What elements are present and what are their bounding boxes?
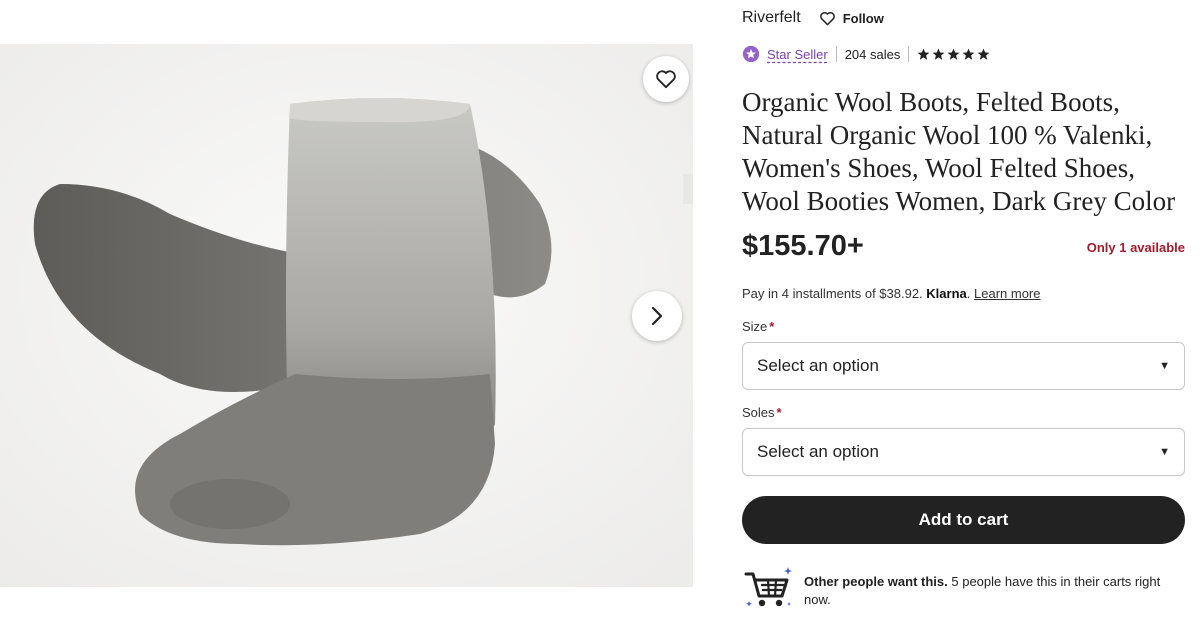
star-seller-link[interactable]: Star Seller — [767, 47, 828, 62]
star-icon — [978, 48, 990, 60]
learn-more-link[interactable]: Learn more — [974, 286, 1040, 301]
divider — [908, 46, 910, 62]
star-icon — [918, 48, 930, 60]
rating-stars[interactable] — [917, 48, 990, 61]
installments-text: Pay in 4 installments of $38.92. — [742, 286, 923, 301]
star-icon — [963, 48, 975, 60]
product-image-gallery — [0, 44, 693, 587]
favorite-button[interactable] — [643, 56, 689, 102]
demand-notice: Other people want this. 5 people have th… — [744, 566, 1189, 614]
size-select-value: Select an option — [757, 356, 879, 375]
installments-period: . — [966, 286, 971, 301]
shop-name-link[interactable]: Riverfelt — [742, 9, 801, 27]
shopping-cart-icon — [744, 567, 792, 607]
installments-info: Pay in 4 installments of $38.92. Klarna.… — [742, 286, 1041, 301]
size-label: Size * — [742, 319, 774, 334]
next-image-button[interactable] — [632, 291, 682, 341]
star-seller-badge-icon — [742, 45, 760, 63]
add-to-cart-button[interactable]: Add to cart — [742, 496, 1185, 544]
soles-select[interactable]: Select an option ▼ — [742, 428, 1185, 476]
next-image-peek — [683, 174, 693, 204]
soles-label-text: Soles — [742, 405, 775, 420]
size-select[interactable]: Select an option ▼ — [742, 342, 1185, 390]
size-label-text: Size — [742, 319, 768, 334]
product-title: Organic Wool Boots, Felted Boots, Natura… — [742, 87, 1176, 216]
klarna-logo: Klarna — [926, 286, 967, 301]
star-icon — [933, 48, 945, 60]
demand-text: Other people want this. 5 people have th… — [804, 573, 1184, 609]
seller-badges: Star Seller 204 sales — [742, 43, 990, 65]
follow-button[interactable]: Follow — [819, 11, 884, 26]
soles-label: Soles * — [742, 405, 782, 420]
chevron-right-icon — [651, 306, 663, 326]
follow-label: Follow — [842, 10, 884, 26]
demand-bold: Other people want this. — [804, 574, 948, 589]
soles-select-value: Select an option — [757, 442, 879, 461]
product-photo-felted-boots — [0, 44, 693, 587]
seller-row: Riverfelt Follow — [742, 6, 884, 30]
availability-notice: Only 1 available — [1086, 240, 1185, 255]
sales-count: 204 sales — [844, 46, 901, 62]
heart-icon — [819, 11, 835, 25]
caret-down-icon: ▼ — [1159, 360, 1170, 372]
product-price: $155.70+ — [742, 230, 864, 262]
required-marker: * — [769, 319, 775, 334]
star-icon — [948, 48, 960, 60]
divider — [835, 46, 837, 62]
caret-down-icon: ▼ — [1159, 446, 1170, 458]
heart-icon — [656, 70, 676, 89]
required-marker: * — [776, 405, 782, 420]
